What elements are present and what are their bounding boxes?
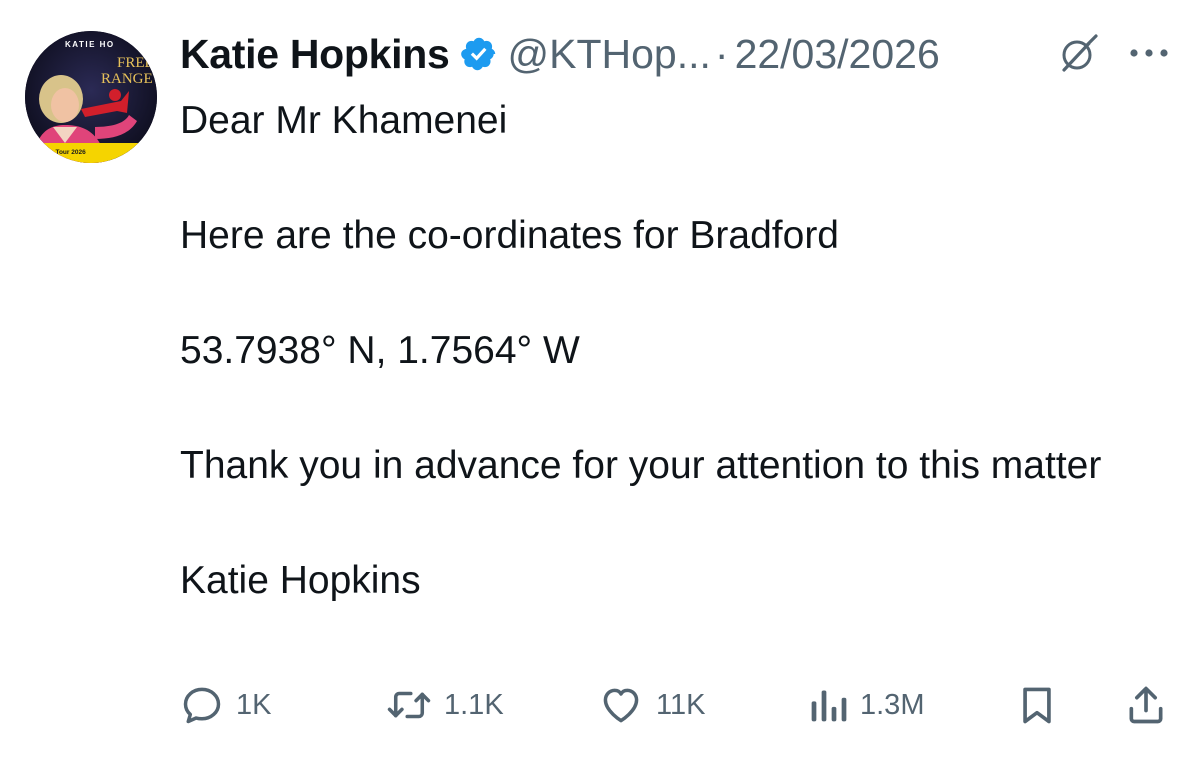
views-chart-icon <box>811 690 847 722</box>
tweet-body: Dear Mr Khamenei Here are the co-ordinat… <box>180 92 1160 610</box>
author-display-name[interactable]: Katie Hopkins <box>180 31 450 78</box>
like-count: 11K <box>656 688 706 721</box>
tweet-text-line: Thank you in advance for your attention … <box>180 444 1102 487</box>
avatar-line2-text: RANGE <box>101 71 153 87</box>
tweet-text-line: Here are the co-ordinates for Bradford <box>180 214 840 257</box>
reply-icon <box>183 687 221 724</box>
retweet-count: 1.1K <box>444 688 504 721</box>
reply-button[interactable]: 1K <box>180 680 271 730</box>
tweet-text-line: Katie Hopkins <box>180 559 421 602</box>
tweet-actions: 1K 1.1K 11K 1.3M <box>180 680 1180 730</box>
share-icon <box>1129 686 1163 724</box>
share-button[interactable] <box>1124 680 1168 730</box>
author-handle[interactable]: @KTHop... <box>508 31 711 78</box>
reply-count: 1K <box>236 688 272 721</box>
tweet-date[interactable]: 22/03/2026 <box>735 31 940 78</box>
verified-badge-icon[interactable] <box>460 35 498 73</box>
bookmark-button[interactable] <box>1018 680 1056 730</box>
tweet-header: Katie Hopkins @KTHop... · 22/03/2026 <box>180 26 940 82</box>
retweet-button[interactable]: 1.1K <box>386 680 504 730</box>
retweet-icon <box>387 691 431 719</box>
like-button[interactable]: 11K <box>598 680 705 730</box>
views-count: 1.3M <box>860 688 925 721</box>
heart-icon <box>603 688 639 723</box>
avatar-top-text: KATIE HO <box>65 40 115 49</box>
avatar-image: KATIE HO FREE RANGE Up Tour 2026 <box>25 31 157 163</box>
header-separator: · <box>714 30 729 77</box>
more-dots-icon[interactable] <box>1128 45 1170 61</box>
tweet-text-line: 53.7938° N, 1.7564° W <box>180 329 580 372</box>
tweet: KATIE HO FREE RANGE Up Tour 2026 Katie H… <box>0 0 1200 760</box>
tweet-text-line: Dear Mr Khamenei <box>180 99 508 142</box>
views-button[interactable]: 1.3M <box>808 680 924 730</box>
bookmark-icon <box>1023 687 1051 724</box>
grok-icon[interactable] <box>1056 32 1100 76</box>
author-avatar[interactable]: KATIE HO FREE RANGE Up Tour 2026 <box>25 31 157 163</box>
avatar-bottom-text: Up Tour 2026 <box>45 149 86 156</box>
avatar-line1-text: FREE <box>117 55 154 71</box>
